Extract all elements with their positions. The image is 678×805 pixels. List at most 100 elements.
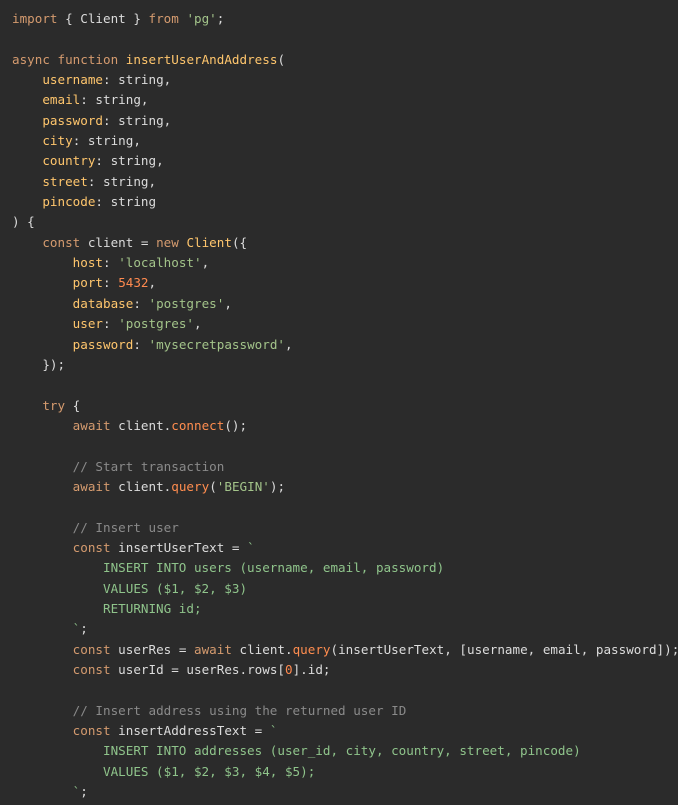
code-token-property: password [72, 336, 134, 352]
code-line: const insertUserText = ` [12, 538, 678, 558]
code-token-string: 'localhost' [118, 255, 202, 271]
code-line: const client = new Client({ [12, 233, 678, 253]
code-line: INSERT INTO addresses (user_id, city, co… [12, 741, 678, 761]
code-line: // Insert address using the returned use… [12, 701, 678, 721]
code-line: import { Client } from 'pg'; [12, 9, 678, 29]
code-token-template: VALUES ($1, $2, $3, $4, $5); [12, 763, 316, 779]
code-token-keyword: try [42, 397, 66, 413]
code-line: country: string, [12, 151, 678, 171]
code-token-plain: : string, [87, 173, 157, 189]
code-token-plain: ) { [12, 214, 35, 230]
code-token-plain: : string, [80, 92, 149, 108]
code-token-plain: (); [224, 417, 248, 433]
code-token-plain: ); [269, 478, 286, 494]
code-token-property: user [72, 316, 104, 332]
code-token-plain: userRes = [110, 641, 194, 657]
code-token-plain: , [224, 295, 232, 311]
code-line: port: 5432, [12, 273, 678, 293]
code-token-plain: ].id; [292, 662, 331, 677]
code-line: INSERT INTO users (username, email, pass… [12, 558, 678, 578]
code-line: }); [12, 355, 678, 375]
code-token-plain: client = [80, 234, 157, 250]
code-token-plain: ( [209, 478, 217, 494]
code-token-property: username [42, 72, 104, 88]
code-token-comment: // Start transaction [72, 458, 225, 474]
code-line: async function insertUserAndAddress( [12, 50, 678, 70]
code-token-property: city [42, 133, 73, 149]
code-token-number: 5432 [118, 275, 149, 291]
code-token-template: ` [247, 539, 255, 555]
code-token-plain: client. [231, 641, 293, 657]
code-token-string: 'BEGIN' [216, 478, 270, 494]
code-line: await client.connect(); [12, 416, 678, 436]
code-token-keyword: new [156, 234, 179, 250]
code-token-plain: , [201, 255, 210, 271]
code-line: host: 'localhost', [12, 253, 678, 273]
code-token-keyword: const [72, 641, 111, 657]
code-token-plain: : [103, 255, 119, 271]
code-token-keyword: from [148, 11, 179, 26]
code-token-plain: }); [12, 356, 66, 372]
code-token-plain: : string, [72, 133, 141, 149]
code-token-function: insertUserAndAddress [125, 51, 278, 67]
code-line: const userRes = await client.query(inser… [12, 640, 678, 660]
code-token-plain: ; [80, 784, 88, 800]
code-token-keyword: await [72, 478, 111, 494]
code-line: street: string, [12, 172, 678, 192]
code-token-property: host [72, 255, 104, 271]
code-token-plain: , [285, 336, 293, 352]
code-token-keyword: const [72, 662, 111, 677]
code-line: const userId = userRes.rows[0].id; [12, 660, 678, 680]
code-line: username: string, [12, 70, 678, 90]
code-token-property: email [42, 92, 81, 108]
code-token-template: ` [269, 723, 278, 739]
code-token-comment: // Insert address using the returned use… [72, 702, 407, 718]
code-token-plain: client. [110, 478, 172, 494]
code-editor[interactable]: import { Client } from 'pg'; async funct… [0, 0, 678, 805]
code-token-plain: : string [95, 194, 157, 210]
code-line: city: string, [12, 131, 678, 151]
code-token-property: street [42, 173, 88, 189]
code-token-plain: client. [110, 417, 172, 433]
code-line: `; [12, 782, 678, 802]
code-token-keyword: await [72, 417, 111, 433]
code-token-plain: : [133, 295, 149, 311]
code-token-keyword: import [12, 11, 58, 26]
code-token-plain: userId = userRes.rows[ [110, 662, 285, 677]
code-token-property: database [72, 295, 134, 311]
code-token-string: 'postgres' [148, 295, 225, 311]
code-line: VALUES ($1, $2, $3) [12, 579, 678, 599]
code-line: try { [12, 396, 678, 416]
code-line: password: string, [12, 111, 678, 131]
code-token-string: 'postgres' [118, 316, 195, 332]
code-line: `; [12, 619, 678, 639]
code-token-plain: ; [216, 11, 225, 26]
code-token-plain: insertUserText = [110, 539, 248, 555]
code-line: ) { [12, 212, 678, 232]
code-token-keyword: function [57, 51, 119, 67]
code-token-template: ` [12, 784, 81, 800]
code-token-keyword: const [42, 234, 81, 250]
code-token-template: RETURNING id; [12, 600, 202, 616]
code-token-keyword: async [12, 51, 50, 67]
code-line: database: 'postgres', [12, 294, 678, 314]
code-token-method: query [171, 478, 210, 494]
